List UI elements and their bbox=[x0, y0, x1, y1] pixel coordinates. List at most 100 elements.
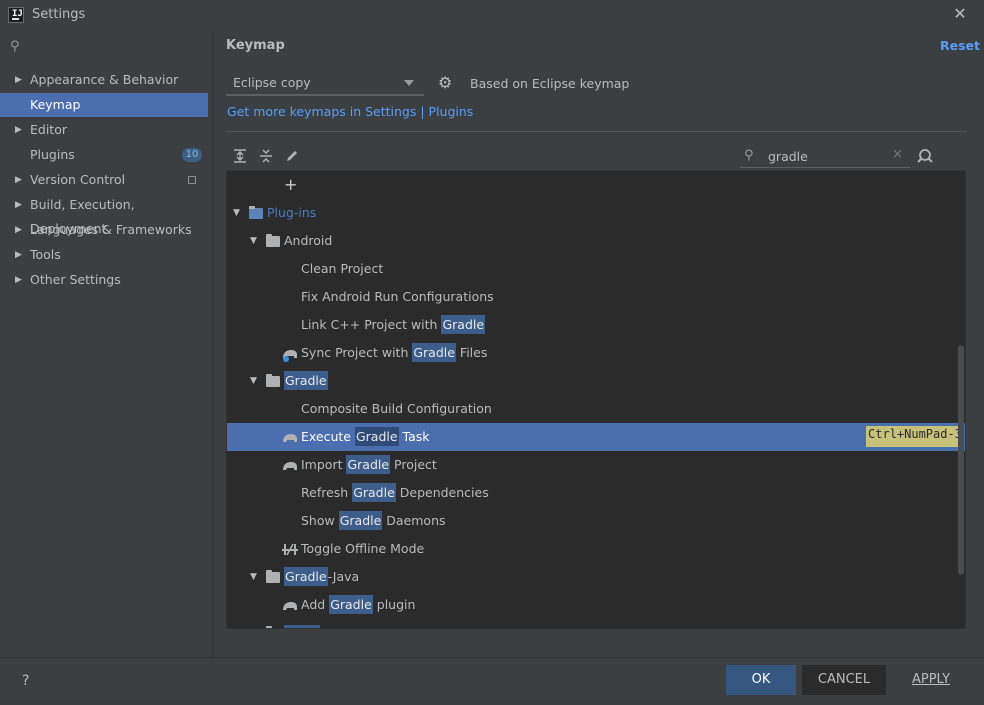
sidebar-item-plugins[interactable]: Plugins 10 bbox=[0, 143, 208, 167]
keymap-action-tree[interactable]: + ▼ Plug-ins ▼ Android Clean Project Fix… bbox=[226, 170, 966, 629]
sidebar-item-label: Languages & Frameworks bbox=[30, 222, 192, 237]
tree-row-label: Execute Gradle Task bbox=[301, 427, 430, 446]
more-keymaps-link[interactable]: Get more keymaps in Settings | Plugins bbox=[227, 104, 473, 119]
collapse-arrow-icon: ▼ bbox=[233, 208, 240, 218]
highlight-fragment bbox=[284, 625, 320, 628]
tree-row-label: Plug-ins bbox=[267, 205, 317, 220]
based-on-label: Based on Eclipse keymap bbox=[470, 76, 630, 91]
plus-row-label: + bbox=[284, 175, 298, 194]
title-bar bbox=[0, 0, 984, 30]
sidebar-item-label: Other Settings bbox=[30, 272, 121, 287]
keymap-dropdown[interactable]: Eclipse copy bbox=[226, 70, 424, 96]
tree-scrollbar[interactable] bbox=[958, 345, 964, 575]
sidebar-item-other-settings[interactable]: ▶ Other Settings bbox=[0, 268, 208, 292]
chevron-down-icon bbox=[404, 80, 414, 86]
ok-button[interactable]: OK bbox=[726, 665, 796, 695]
collapse-arrow-icon: ▼ bbox=[250, 572, 257, 582]
tree-row-label: Import Gradle Project bbox=[301, 455, 437, 474]
tree-row-action-selected[interactable]: Execute Gradle Task Ctrl+NumPad-3 bbox=[227, 423, 965, 451]
search-input[interactable] bbox=[768, 148, 888, 164]
tree-row-gradle-java-folder[interactable]: ▼ Gradle-Java bbox=[227, 563, 965, 591]
tree-row-action[interactable]: Sync Project with Gradle Files bbox=[227, 339, 965, 367]
sidebar-item-label: Keymap bbox=[30, 97, 81, 112]
close-icon[interactable]: ✕ bbox=[950, 4, 970, 24]
reset-link[interactable]: Reset bbox=[940, 38, 980, 53]
folder-icon bbox=[266, 374, 280, 387]
window-title: Settings bbox=[32, 7, 86, 22]
tree-row-partial[interactable]: ▼ bbox=[227, 619, 965, 628]
tree-row-action[interactable]: Composite Build Configuration bbox=[227, 395, 965, 423]
tree-row-action[interactable]: Toggle Offline Mode bbox=[227, 535, 965, 563]
tree-row-label: Link C++ Project with Gradle bbox=[301, 315, 486, 334]
sidebar-item-label: Editor bbox=[30, 122, 67, 137]
tree-row-action[interactable]: Fix Android Run Configurations bbox=[227, 283, 965, 311]
help-icon[interactable]: ? bbox=[22, 673, 29, 689]
search-icon: ⚲ bbox=[744, 148, 754, 163]
expand-arrow-icon: ▶ bbox=[15, 200, 22, 210]
plugins-count-badge: 10 bbox=[182, 148, 202, 162]
tree-row-android-folder[interactable]: ▼ Android bbox=[227, 227, 965, 255]
divider bbox=[226, 131, 967, 132]
keymap-dropdown-value: Eclipse copy bbox=[233, 75, 311, 90]
sidebar-item-label: Version Control bbox=[30, 172, 126, 187]
apply-button[interactable]: APPLY bbox=[898, 665, 964, 695]
sidebar-item-label: Plugins bbox=[30, 147, 75, 162]
sidebar-item-editor[interactable]: ▶ Editor bbox=[0, 118, 208, 142]
expand-arrow-icon: ▶ bbox=[15, 225, 22, 235]
tree-row-label: Gradle-Java bbox=[284, 567, 360, 586]
folder-icon bbox=[266, 234, 280, 247]
expand-arrow-icon: ▶ bbox=[15, 250, 22, 260]
folder-icon bbox=[266, 570, 280, 583]
tree-row-action[interactable]: Import Gradle Project bbox=[227, 451, 965, 479]
collapse-arrow-icon: ▼ bbox=[250, 619, 257, 628]
action-search-field[interactable]: ⚲ × bbox=[740, 146, 910, 168]
folder-icon bbox=[249, 206, 263, 219]
sidebar-search[interactable]: ⚲ bbox=[8, 39, 204, 57]
tree-row-label: Show Gradle Daemons bbox=[301, 511, 446, 530]
tree-row-action[interactable]: Add Gradle plugin bbox=[227, 591, 965, 619]
tree-row-action[interactable]: Show Gradle Daemons bbox=[227, 507, 965, 535]
sidebar-item-version-control[interactable]: ▶ Version Control bbox=[0, 168, 208, 192]
expand-arrow-icon: ▶ bbox=[15, 75, 22, 85]
tree-row-label: Toggle Offline Mode bbox=[301, 541, 425, 556]
settings-sidebar: ⚲ ▶ Appearance & Behavior Keymap ▶ Edito… bbox=[0, 31, 213, 657]
intellij-app-icon: IJ bbox=[8, 7, 24, 23]
sidebar-item-label: Appearance & Behavior bbox=[30, 72, 179, 87]
sidebar-item-languages[interactable]: ▶ Languages & Frameworks bbox=[0, 218, 208, 242]
tree-row-action[interactable]: Clean Project bbox=[227, 255, 965, 283]
tree-row-label: Clean Project bbox=[301, 261, 384, 276]
tree-row-action[interactable]: Refresh Gradle Dependencies bbox=[227, 479, 965, 507]
page-title: Keymap bbox=[226, 38, 285, 53]
sidebar-item-label: Tools bbox=[30, 247, 61, 262]
collapse-arrow-icon: ▼ bbox=[250, 376, 257, 386]
tree-row-gradle-folder[interactable]: ▼ Gradle bbox=[227, 367, 965, 395]
tree-row-action[interactable]: Link C++ Project with Gradle bbox=[227, 311, 965, 339]
expand-arrow-icon: ▶ bbox=[15, 275, 22, 285]
gear-icon[interactable]: ⚙ bbox=[438, 75, 454, 91]
cancel-button[interactable]: CANCEL bbox=[802, 665, 886, 695]
tree-row-plus[interactable]: + bbox=[227, 171, 965, 199]
edit-pencil-icon[interactable] bbox=[284, 148, 300, 164]
tree-row-label: Android bbox=[284, 233, 333, 248]
search-icon: ⚲ bbox=[10, 39, 20, 54]
collapse-all-icon[interactable] bbox=[258, 148, 274, 164]
expand-all-icon[interactable] bbox=[232, 148, 248, 164]
sidebar-item-appearance[interactable]: ▶ Appearance & Behavior bbox=[0, 68, 208, 92]
shortcut-badge: Ctrl+NumPad-3 bbox=[866, 426, 964, 447]
tree-row-label: Add Gradle plugin bbox=[301, 595, 416, 614]
sidebar-item-build[interactable]: ▶ Build, Execution, Deployment bbox=[0, 193, 208, 236]
clear-icon[interactable]: × bbox=[892, 147, 903, 162]
sidebar-item-tools[interactable]: ▶ Tools bbox=[0, 243, 208, 267]
collapse-arrow-icon: ▼ bbox=[250, 236, 257, 246]
sidebar-item-keymap[interactable]: Keymap bbox=[0, 93, 208, 117]
folder-icon bbox=[266, 626, 272, 628]
tree-row-label: Composite Build Configuration bbox=[301, 401, 492, 416]
tree-row-label: Refresh Gradle Dependencies bbox=[301, 483, 489, 502]
project-level-icon bbox=[188, 176, 196, 184]
find-by-shortcut-icon[interactable] bbox=[916, 148, 934, 164]
tree-row-plugins-folder[interactable]: ▼ Plug-ins bbox=[227, 199, 965, 227]
tree-row-label: Sync Project with Gradle Files bbox=[301, 343, 488, 362]
expand-arrow-icon: ▶ bbox=[15, 125, 22, 135]
tree-row-label: Gradle bbox=[284, 371, 328, 390]
tree-row-label: Fix Android Run Configurations bbox=[301, 289, 494, 304]
